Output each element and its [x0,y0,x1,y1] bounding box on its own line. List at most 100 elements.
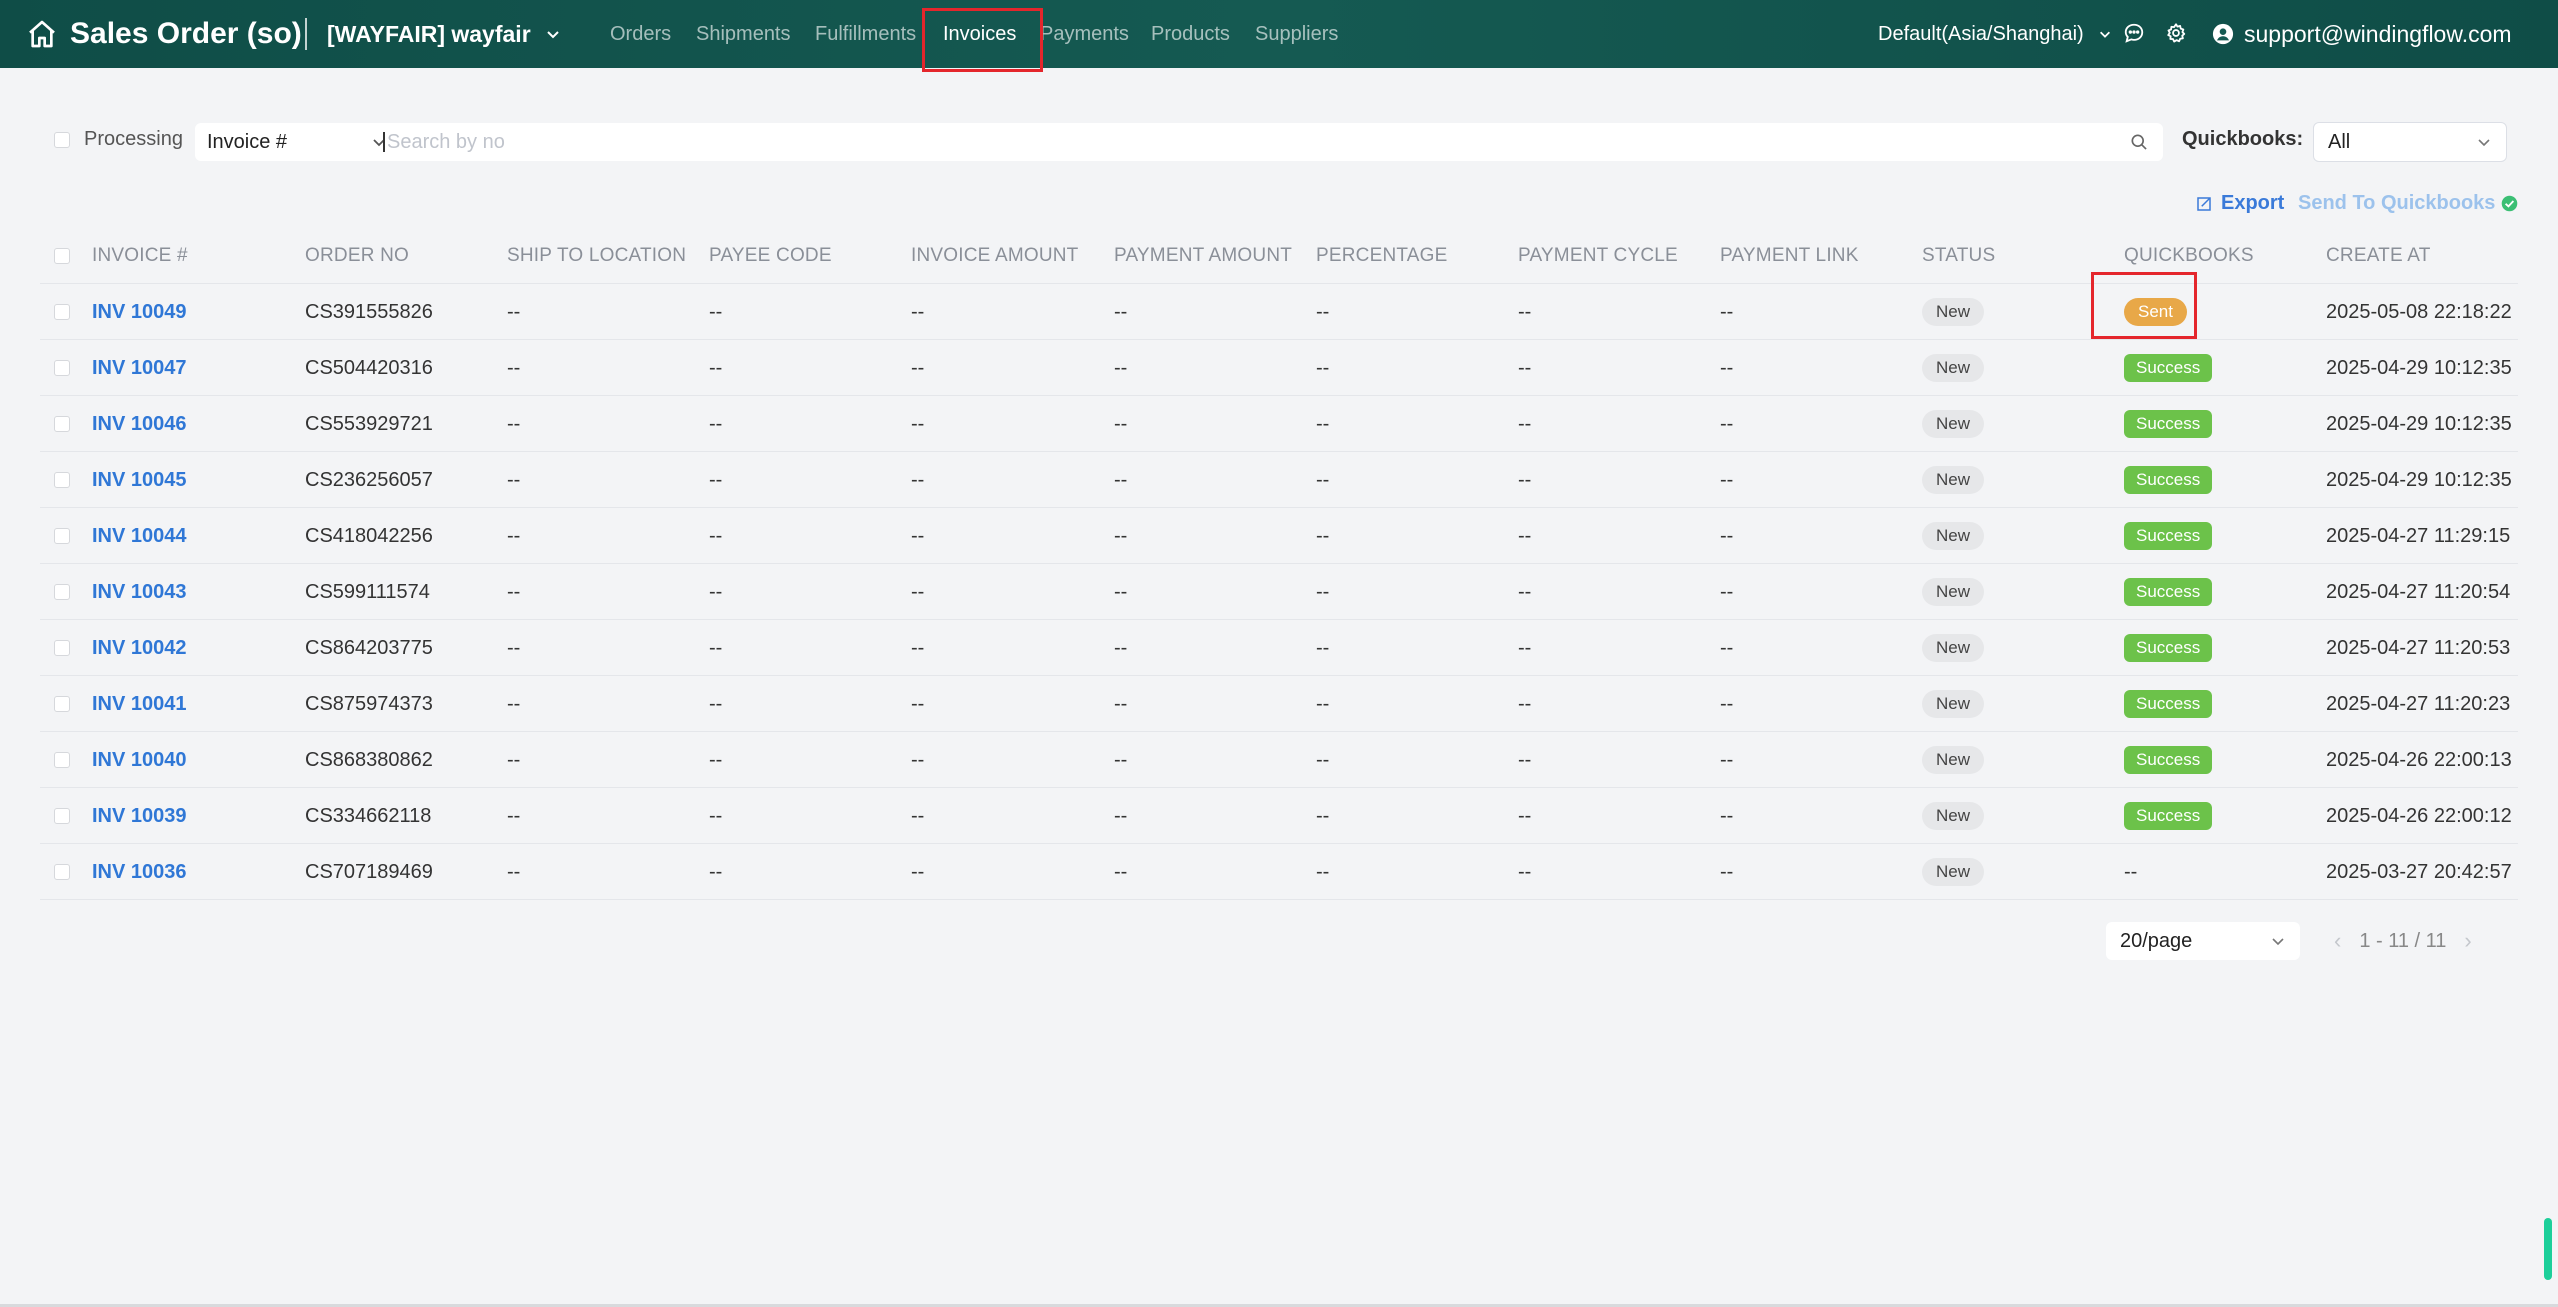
cell-text: -- [1316,412,1330,435]
table-row[interactable]: INV 10046 CS553929721 -- -- -- -- -- -- -- New Suc… [40,396,2518,452]
row-checkbox[interactable] [54,640,70,656]
cell-pay-amount: -- [1114,340,1127,396]
timezone-label: Default(Asia/Shanghai) [1878,23,2084,45]
cell-pay-amount: -- [1114,732,1127,788]
chat-icon[interactable] [2123,22,2145,44]
prev-page-icon[interactable]: ‹ [2334,928,2341,954]
processing-filter[interactable]: Processing [54,128,183,151]
table-row[interactable]: INV 10039 CS334662118 -- -- -- -- -- -- -- New Suc… [40,788,2518,844]
table-row[interactable]: INV 10040 CS868380862 -- -- -- -- -- -- -- New Suc… [40,732,2518,788]
row-checkbox[interactable] [54,696,70,712]
row-checkbox[interactable] [54,808,70,824]
column-header[interactable]: INVOICE # [92,228,188,284]
column-header[interactable]: SHIP TO LOCATION [507,228,686,284]
nav-payments[interactable]: Payments [1040,20,1129,48]
timezone-selector[interactable]: Default(Asia/Shanghai) [1878,20,2112,48]
table-row[interactable]: INV 10047 CS504420316 -- -- -- -- -- -- -- New Suc… [40,340,2518,396]
page-size-select[interactable]: 20/page [2106,922,2300,960]
store-selector[interactable]: [WAYFAIR] wayfair [327,18,561,50]
export-button[interactable]: Export [2195,192,2284,215]
cell-status: New [1922,788,1985,844]
table-row[interactable]: INV 10036 CS707189469 -- -- -- -- -- -- -- New -- 2… [40,844,2518,900]
cell-cycle: -- [1518,396,1531,452]
column-header[interactable]: INVOICE AMOUNT [911,228,1078,284]
row-checkbox[interactable] [54,752,70,768]
invoice-link[interactable]: INV 10042 [92,637,187,660]
table-row[interactable]: INV 10042 CS864203775 -- -- -- -- -- -- -- New Suc… [40,620,2518,676]
home-icon[interactable] [26,18,58,50]
row-checkbox[interactable] [54,304,70,320]
nav-products[interactable]: Products [1151,20,1230,48]
row-checkbox[interactable] [54,584,70,600]
cell-text: -- [709,412,723,435]
gear-icon[interactable] [2165,22,2187,44]
invoice-link[interactable]: INV 10040 [92,749,187,772]
quickbooks-filter-select[interactable]: All [2313,122,2507,162]
cell-text: -- [507,636,521,659]
cell-text: -- [1114,636,1128,659]
search-input[interactable] [387,123,2087,161]
invoice-link[interactable]: INV 10036 [92,861,187,884]
nav-suppliers[interactable]: Suppliers [1255,20,1338,48]
quickbooks-status-badge: Success [2124,354,2213,382]
search-bar: Invoice # [195,123,2163,161]
quickbooks-status-badge: Success [2124,634,2213,662]
invoice-link[interactable]: INV 10049 [92,301,187,324]
nav-orders[interactable]: Orders [610,20,671,48]
cell-invoice: INV 10039 [92,788,187,844]
row-checkbox[interactable] [54,416,70,432]
invoice-link[interactable]: INV 10039 [92,805,187,828]
cell-text: -- [1518,524,1532,547]
cell-order: CS707189469 [305,844,433,900]
cell-pay-amount: -- [1114,564,1127,620]
nav-shipments[interactable]: Shipments [696,20,791,48]
nav-fulfillments[interactable]: Fulfillments [815,20,916,48]
table-row[interactable]: INV 10045 CS236256057 -- -- -- -- -- -- -- New Suc… [40,452,2518,508]
cell-text: 2025-04-29 10:12:35 [2326,412,2512,435]
processing-checkbox[interactable] [54,131,70,148]
cell-payee: -- [709,396,722,452]
cell-inv-amount: -- [911,732,924,788]
cell-text: CS599111574 [305,580,430,603]
cell-text: -- [507,468,521,491]
table-row[interactable]: INV 10041 CS875974373 -- -- -- -- -- -- -- New Suc… [40,676,2518,732]
scrollbar-thumb[interactable] [2544,1218,2552,1280]
cell-text: -- [1518,580,1532,603]
select-all-checkbox[interactable] [54,248,70,264]
column-header[interactable]: PAYMENT CYCLE [1518,228,1678,284]
cell-payee: -- [709,340,722,396]
column-header[interactable]: PAYEE CODE [709,228,832,284]
table-row[interactable]: INV 10044 CS418042256 -- -- -- -- -- -- -- New Suc… [40,508,2518,564]
cell-text: -- [911,692,925,715]
column-header[interactable]: PAYMENT LINK [1720,228,1859,284]
cell-payee: -- [709,788,722,844]
cell-invoice: INV 10049 [92,284,187,340]
search-icon[interactable] [2129,132,2149,152]
column-header[interactable]: PAYMENT AMOUNT [1114,228,1292,284]
next-page-icon[interactable]: › [2464,928,2471,954]
user-icon [2212,23,2234,45]
column-header[interactable]: PERCENTAGE [1316,228,1448,284]
cell-payee: -- [709,732,722,788]
row-checkbox[interactable] [54,472,70,488]
invoice-link[interactable]: INV 10044 [92,525,187,548]
cell-created: 2025-05-08 22:18:22 [2326,284,2512,340]
column-header[interactable]: STATUS [1922,228,1995,284]
invoice-link[interactable]: INV 10046 [92,413,187,436]
invoice-link[interactable]: INV 10043 [92,581,187,604]
search-field-select[interactable]: Invoice # [207,123,387,161]
column-header[interactable]: CREATE AT [2326,228,2431,284]
invoice-link[interactable]: INV 10047 [92,357,187,380]
table-row[interactable]: INV 10043 CS599111574 -- -- -- -- -- -- -- New Suc… [40,564,2518,620]
row-checkbox[interactable] [54,528,70,544]
column-header[interactable]: ORDER NO [305,228,409,284]
send-to-quickbooks-button[interactable]: Send To Quickbooks [2298,192,2518,215]
row-checkbox[interactable] [54,864,70,880]
cell-qb: Success [2124,452,2213,508]
cell-text: -- [1518,412,1532,435]
row-checkbox[interactable] [54,360,70,376]
invoice-link[interactable]: INV 10041 [92,693,187,716]
cell-invoice: INV 10044 [92,508,187,564]
user-menu[interactable]: support@windingflow.com [2212,18,2512,50]
invoice-link[interactable]: INV 10045 [92,469,187,492]
